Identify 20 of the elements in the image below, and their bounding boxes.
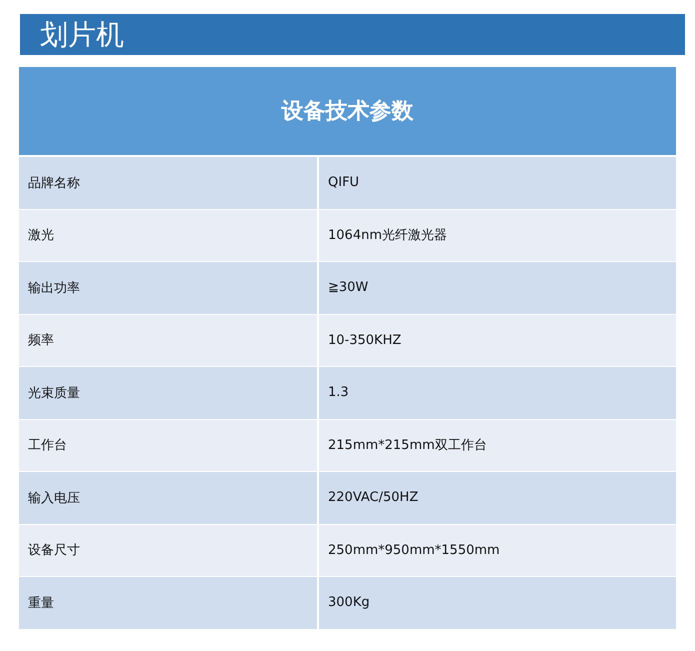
table-cell: 品牌名称 (19, 157, 319, 208)
table-cell: 光束质量 (19, 367, 319, 418)
table-cell: 输出功率 (19, 262, 319, 314)
table-cell: 300Kg (319, 577, 676, 628)
table-heading: 设备技术参数 (19, 67, 676, 157)
table-cell: 频率 (19, 314, 319, 366)
table-cell: 工作台 (19, 420, 319, 471)
table-cell: 220VAC/50HZ (319, 472, 676, 524)
table-cell: 215mm*215mm双工作台 (319, 420, 676, 471)
table-cell: 设备尺寸 (19, 524, 319, 576)
table-cell: 输入电压 (19, 472, 319, 524)
table-cell: ≧30W (319, 262, 676, 314)
table-cell: 激光 (19, 210, 319, 261)
table-cell: 1.3 (319, 367, 676, 418)
table-cell: 10-350KHZ (319, 314, 676, 366)
table-cell: QIFU (319, 157, 676, 208)
table-cell: 1064nm光纤激光器 (319, 210, 676, 261)
page-title: 划片机 (40, 20, 124, 48)
table-cell: 重量 (19, 577, 319, 628)
table-cell: 250mm*950mm*1550mm (319, 524, 676, 576)
